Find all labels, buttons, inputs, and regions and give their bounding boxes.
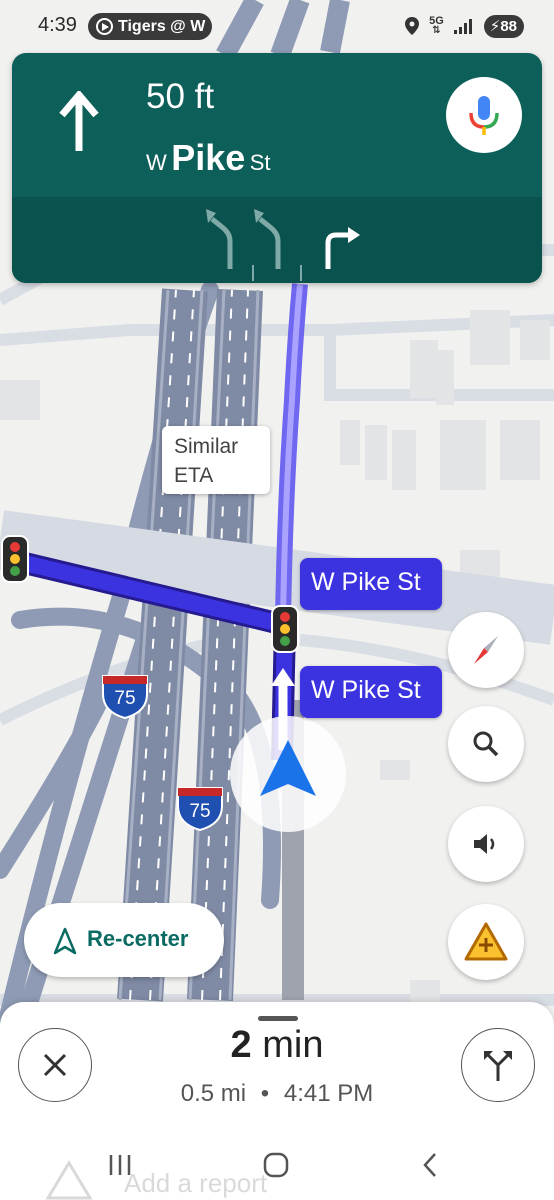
svg-text:75: 75 [114,688,135,709]
alternate-routes-button[interactable] [461,1028,535,1102]
distance-to-turn: 50 ft [146,77,215,116]
route-fork-icon [484,1051,512,1081]
report-warning-icon [464,922,508,961]
compass-button[interactable] [448,612,524,688]
street-name: W Pike St [146,137,271,178]
media-pill[interactable]: Tigers @ W [88,13,212,40]
traffic-light-icon [271,605,299,653]
lane-divider [252,265,254,281]
add-report-button[interactable] [448,904,524,980]
navigation-arrow-outline-icon [53,927,77,955]
route-eta-callout[interactable]: Similar ETA [162,426,270,494]
street-label: W Pike St [300,558,442,610]
home-button[interactable] [262,1151,290,1179]
recent-apps-button[interactable] [108,1153,132,1177]
sheet-handle[interactable] [258,1016,298,1021]
direction-banner[interactable]: 50 ft W Pike St [12,53,542,283]
signal-icon [453,19,472,34]
recenter-button[interactable]: Re-center [24,903,224,977]
voice-search-button[interactable] [446,77,522,153]
slight-left-lane-icon [254,209,281,269]
lane-divider [300,265,302,281]
speaker-icon [474,834,495,854]
right-turn-lane-icon [325,227,360,269]
location-icon [405,17,420,35]
battery-indicator: ⚡88 [483,14,524,38]
street-label: W Pike St [300,666,442,718]
svg-text:75: 75 [189,801,210,822]
search-button[interactable] [448,706,524,782]
compass-icon [474,636,498,664]
status-icons: 5G ⇅ ⚡88 [405,14,524,38]
play-icon [96,18,113,35]
exit-navigation-button[interactable] [18,1028,92,1102]
back-button[interactable] [420,1151,440,1179]
status-bar: 4:39 Tigers @ W 5G ⇅ ⚡88 [0,0,554,52]
search-icon [473,731,499,757]
recenter-label: Re-center [87,926,189,951]
status-time: 4:39 [38,14,77,36]
microphone-icon [469,96,499,135]
system-nav-bar [0,1145,554,1185]
slight-left-lane-icon [206,209,233,269]
network-icon: 5G ⇅ [429,15,444,36]
audio-button[interactable] [448,806,524,882]
close-icon [43,1053,67,1077]
media-pill-label: Tigers @ W [118,18,206,35]
arrow-straight-up-icon [59,91,99,151]
traffic-light-icon [1,535,29,583]
